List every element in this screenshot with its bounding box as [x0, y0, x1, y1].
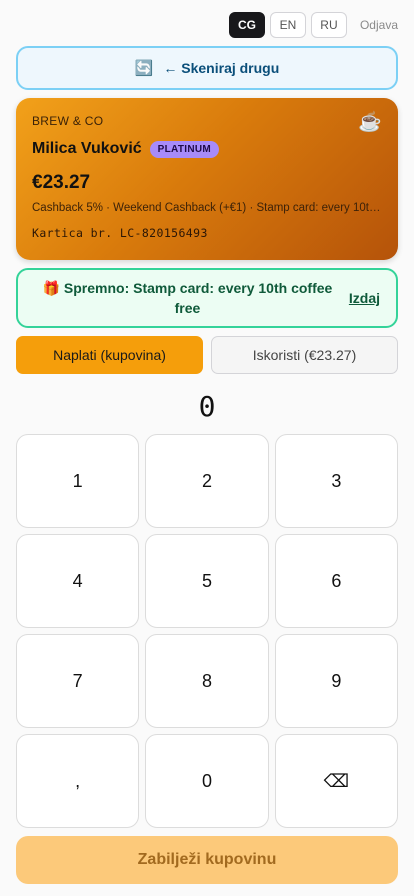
logout-link[interactable]: Odjava	[360, 18, 398, 32]
coffee-cup-icon: ☕	[358, 112, 382, 133]
lang-button-ru[interactable]: RU	[310, 12, 347, 38]
card-number: Kartica br. LC-820156493	[32, 226, 208, 240]
key-comma[interactable]: ,	[16, 734, 140, 828]
amount-display: 0	[198, 390, 216, 423]
refresh-icon: 🔄	[134, 60, 154, 77]
numeric-keypad: 1 2 3 4 5 6 7 8 9 , 0 ⌫	[16, 434, 398, 828]
customer-name: Milica Vuković	[32, 140, 142, 157]
mode-toggle: Naplati (kupovina) Iskoristi (€23.27)	[16, 336, 398, 374]
key-2[interactable]: 2	[145, 434, 269, 528]
lang-button-en[interactable]: EN	[269, 12, 306, 38]
key-4[interactable]: 4	[16, 534, 140, 628]
card-name-row: Milica Vuković PLATINUM	[32, 140, 382, 158]
card-balance: €23.27	[32, 172, 91, 193]
scan-another-label: ← Skeniraj drugu	[163, 60, 280, 76]
key-5[interactable]: 5	[145, 534, 269, 628]
key-7[interactable]: 7	[16, 634, 140, 728]
loyalty-card: BREW & CO ☕ Milica Vuković PLATINUM €23.…	[16, 98, 398, 260]
record-purchase-button[interactable]: Zabilježi kupovinu	[16, 836, 398, 884]
key-6[interactable]: 6	[274, 534, 398, 628]
gift-icon: 🎁	[42, 280, 60, 296]
tier-badge: PLATINUM	[149, 140, 219, 158]
backspace-icon[interactable]: ⌫	[274, 734, 398, 828]
key-8[interactable]: 8	[145, 634, 269, 728]
key-9[interactable]: 9	[274, 634, 398, 728]
card-perks: Cashback 5% · Weekend Cashback (+€1) · S…	[32, 202, 382, 214]
lang-button-cg[interactable]: CG	[228, 12, 265, 38]
key-0[interactable]: 0	[145, 734, 269, 828]
redeem-balance-tab[interactable]: Iskoristi (€23.27)	[211, 336, 398, 374]
charge-purchase-tab[interactable]: Naplati (kupovina)	[16, 336, 203, 374]
reward-text: Spremno: Stamp card: every 10th coffee f…	[63, 280, 333, 316]
language-switcher: CG EN RU Odjava	[228, 12, 398, 38]
reward-message: 🎁 Spremno: Stamp card: every 10th coffee…	[34, 278, 341, 318]
key-3[interactable]: 3	[274, 434, 398, 528]
scan-another-button[interactable]: 🔄 ← Skeniraj drugu	[16, 46, 398, 90]
card-brand: BREW & CO	[32, 114, 104, 128]
issue-reward-link[interactable]: Izdaj	[349, 290, 380, 306]
key-1[interactable]: 1	[16, 434, 140, 528]
reward-banner: 🎁 Spremno: Stamp card: every 10th coffee…	[16, 268, 398, 328]
